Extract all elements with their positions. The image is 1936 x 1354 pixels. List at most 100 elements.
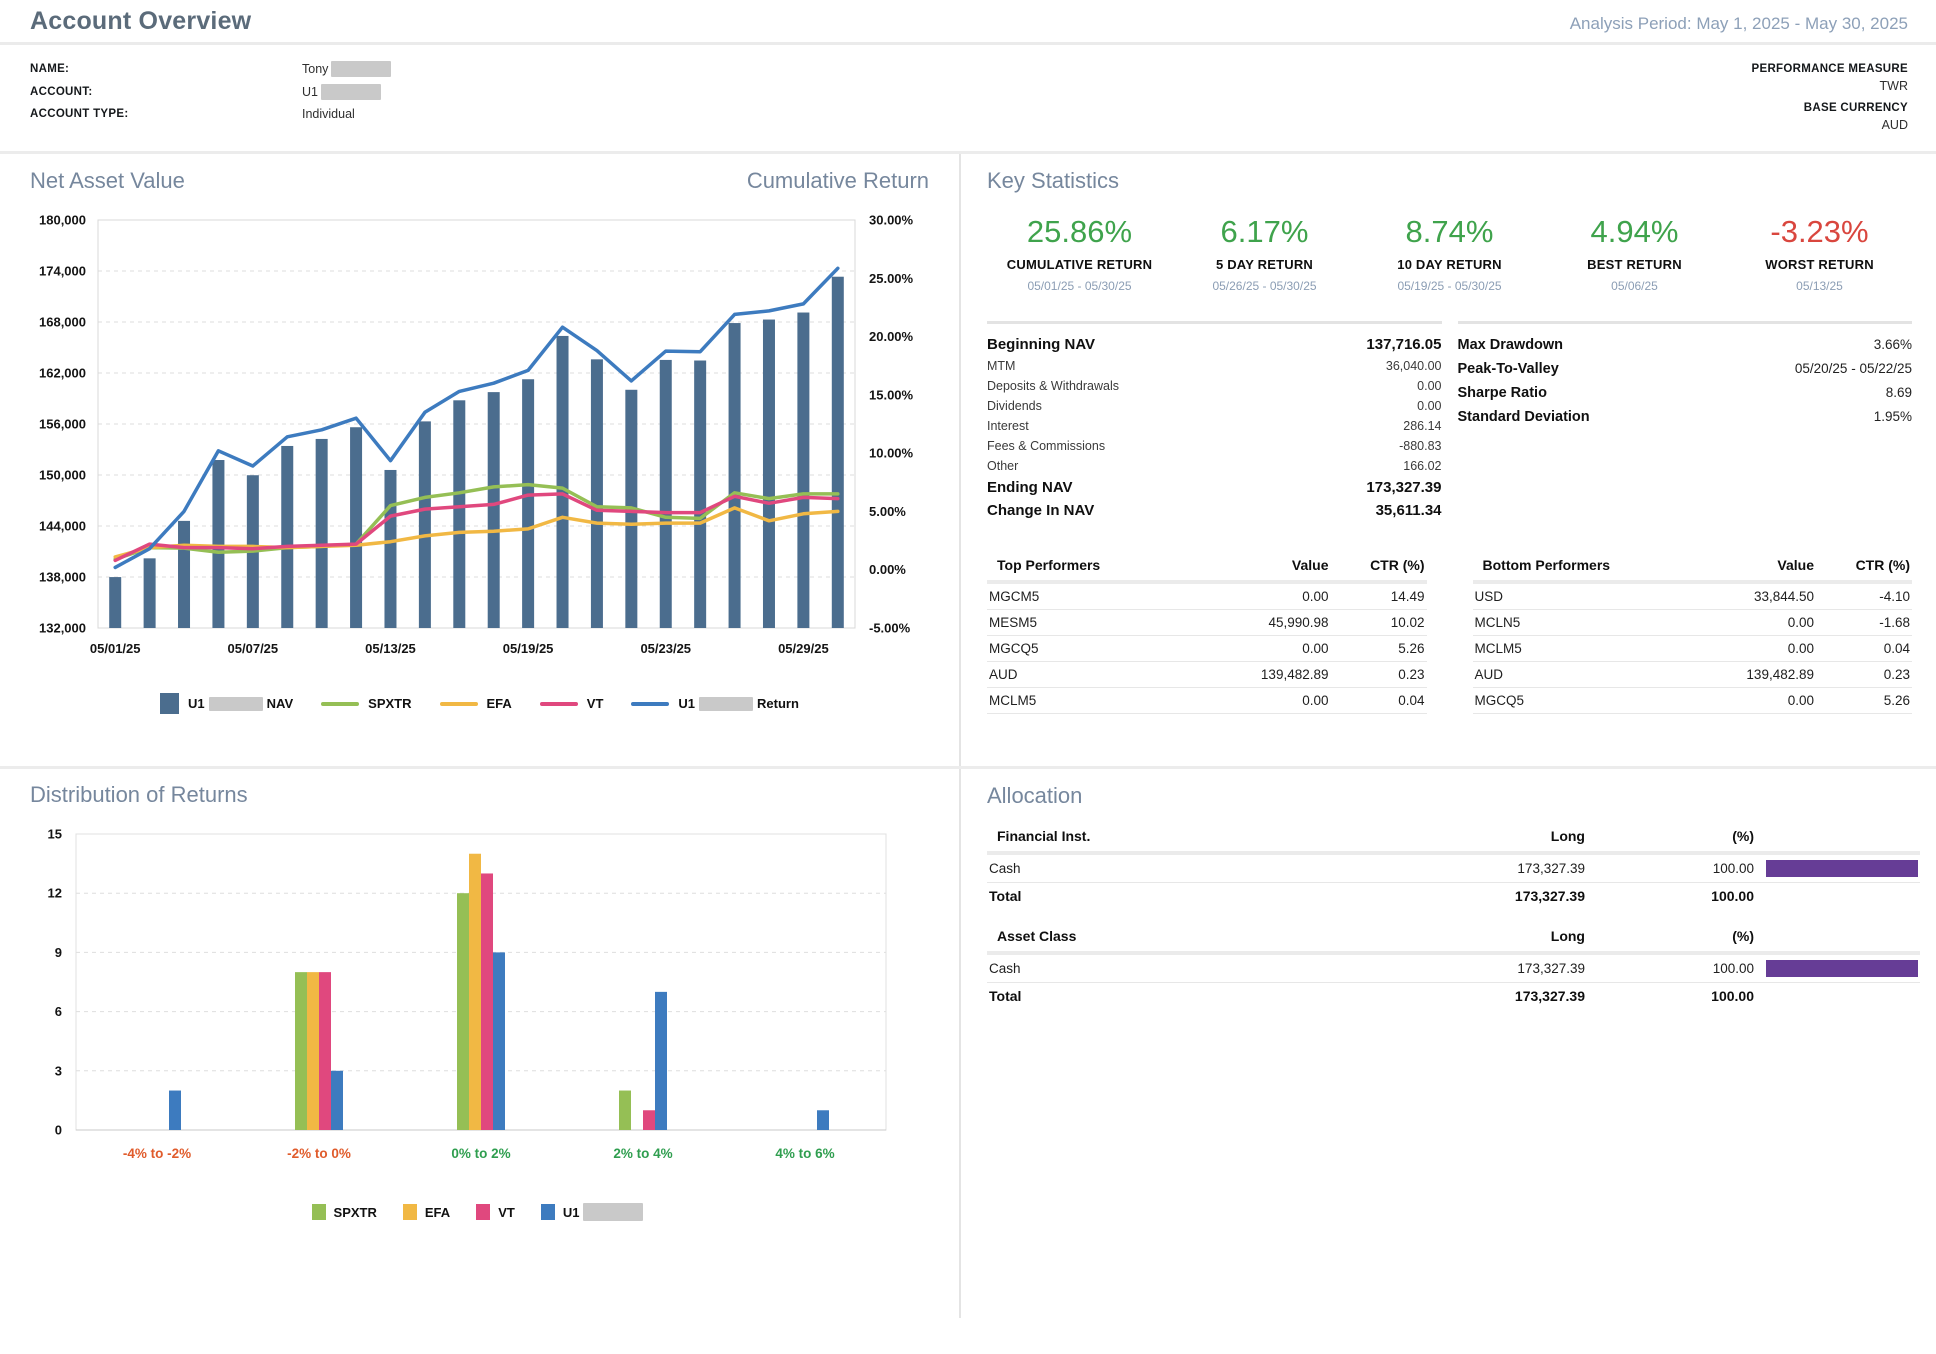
allocation-bar [1766, 960, 1918, 977]
svg-text:10.00%: 10.00% [869, 446, 914, 461]
svg-text:05/07/25: 05/07/25 [228, 641, 279, 656]
svg-text:05/01/25: 05/01/25 [90, 641, 141, 656]
top-performers-table: Top Performers Value CTR (%) MGCM5 0.00 14… [987, 552, 1427, 714]
svg-text:138,000: 138,000 [39, 570, 86, 585]
table-row: MGCQ5 0.00 5.26 [1472, 687, 1912, 714]
breakdown-row: Interest 286.14 [987, 419, 1442, 433]
bottom-performers-table: Bottom Performers Value CTR (%) USD 33,84… [1472, 552, 1912, 714]
key-statistics-panel: Key Statistics 25.86% CUMULATIVE RETURN … [961, 154, 1936, 766]
breakdown-row: Ending NAV 173,327.39 [987, 479, 1442, 496]
account-redaction [320, 84, 381, 100]
cumulative-return-title: Cumulative Return [746, 168, 929, 193]
financial-inst-table: Financial Inst. Long (%) Cash 173,327.39… [987, 823, 1920, 909]
svg-text:25.00%: 25.00% [869, 271, 914, 286]
legend-item-nav[interactable]: U1 NAV [160, 693, 293, 714]
account-redaction [699, 696, 754, 711]
value-column-header: Value [1662, 552, 1816, 584]
stat-worst-return: -3.23% WORST RETURN 05/13/25 [1727, 214, 1912, 293]
table-row: MCLN5 0.00 -1.68 [1472, 609, 1912, 636]
risk-row: Max Drawdown 3.66% [1457, 337, 1913, 353]
legend-item-vt[interactable]: VT [539, 696, 603, 711]
legend-item-spxtr[interactable]: SPXTR [311, 1204, 377, 1220]
nav-cumulative-return-chart: 180,000 174,000 168,000 162,000 156,000 150,0… [39, 213, 914, 657]
stat-value: 6.17% [1220, 214, 1309, 249]
allocation-title: Allocation [987, 783, 1083, 808]
svg-text:-4% to -2%: -4% to -2% [123, 1146, 191, 1161]
svg-text:132,000: 132,000 [39, 621, 86, 636]
top-performers-header: Top Performers [987, 552, 1177, 584]
legend-item-account[interactable]: U1 [540, 1203, 648, 1221]
long-column-header: Long [1328, 923, 1587, 955]
allocation-panel: Allocation Financial Inst. Long (%) Cash… [961, 769, 1936, 1318]
account-redaction [583, 1203, 644, 1221]
efa-swatch [402, 1204, 417, 1220]
risk-row: Peak-To-Valley 05/20/25 - 05/22/25 [1457, 361, 1913, 377]
asset-class-table: Asset Class Long (%) Cash 173,327.39 100… [987, 923, 1920, 1009]
bar-column-header [1756, 823, 1920, 855]
svg-text:30.00%: 30.00% [869, 213, 914, 228]
ctr-column-header: CTR (%) [1816, 552, 1912, 584]
distribution-of-returns-chart: 0 3 6 9 12 15 -4% to -2% -2% to 0% 0% to 2% 2% to… [48, 827, 887, 1161]
svg-text:150,000: 150,000 [39, 468, 86, 483]
table-row: AUD 139,482.89 0.23 [1472, 661, 1912, 688]
vt-swatch [476, 1204, 491, 1220]
svg-text:9: 9 [55, 945, 62, 960]
svg-text:0% to 2%: 0% to 2% [451, 1146, 510, 1161]
nav-chart-panel: Net Asset Value Cumulative Return 180,00… [0, 154, 959, 766]
svg-text:05/13/25: 05/13/25 [365, 641, 416, 656]
value-column-header: Value [1176, 552, 1331, 584]
svg-text:168,000: 168,000 [39, 315, 86, 330]
nav-breakdown-section: Beginning NAV 137,716.05 MTM 36,040.00 Dep… [987, 321, 1912, 522]
key-statistics-row: 25.86% CUMULATIVE RETURN 05/01/25 - 05/3… [987, 214, 1912, 293]
legend-item-return[interactable]: U1 Return [631, 696, 799, 711]
svg-text:6: 6 [55, 1004, 62, 1019]
stat-period: 05/26/25 - 05/30/25 [1212, 279, 1317, 293]
legend-item-efa[interactable]: EFA [439, 696, 512, 711]
ctr-column-header: CTR (%) [1330, 552, 1427, 584]
legend-item-spxtr[interactable]: SPXTR [321, 696, 412, 711]
page-title: Account Overview [30, 7, 252, 35]
legend-item-vt[interactable]: VT [476, 1204, 515, 1220]
svg-text:180,000: 180,000 [39, 213, 86, 228]
name-label: NAME: [30, 63, 70, 75]
stat-period: 05/19/25 - 05/30/25 [1397, 279, 1502, 293]
risk-row: Sharpe Ratio 8.69 [1457, 385, 1913, 401]
stat-value: 8.74% [1405, 214, 1494, 249]
pct-column-header: (%) [1587, 923, 1756, 955]
table-row: MCLM5 0.00 0.04 [987, 687, 1427, 714]
nav-chart-titles: Net Asset Value Cumulative Return [0, 168, 959, 194]
risk-stats: Max Drawdown 3.66% Peak-To-Valley 05/20/25… [1457, 321, 1913, 522]
stat-value: 4.94% [1590, 214, 1679, 249]
svg-text:05/19/25: 05/19/25 [503, 641, 554, 656]
svg-text:4% to 6%: 4% to 6% [775, 1146, 834, 1161]
base-currency-value: AUD [1881, 118, 1908, 132]
main-content: Net Asset Value Cumulative Return 180,00… [0, 154, 1936, 1318]
stat-cumulative-return: 25.86% CUMULATIVE RETURN 05/01/25 - 05/3… [987, 214, 1172, 293]
nav-chart-legend: U1 NAV SPXTR EFA VT U1 Return [0, 693, 959, 714]
name-redaction [331, 61, 392, 77]
allocation-bar [1766, 860, 1918, 877]
account-type-label: ACCOUNT TYPE: [30, 108, 129, 120]
svg-text:-5.00%: -5.00% [869, 621, 911, 636]
breakdown-row: Dividends 0.00 [987, 399, 1442, 413]
stat-label: 5 DAY RETURN [1215, 257, 1314, 272]
account-redaction [208, 696, 263, 711]
legend-item-efa[interactable]: EFA [402, 1204, 450, 1220]
svg-text:156,000: 156,000 [39, 417, 86, 432]
breakdown-row: Deposits & Withdrawals 0.00 [987, 379, 1442, 393]
svg-text:20.00%: 20.00% [869, 329, 914, 344]
svg-text:2% to 4%: 2% to 4% [613, 1146, 672, 1161]
svg-text:5.00%: 5.00% [869, 504, 906, 519]
account-overview-page: Account Overview Analysis Period: May 1,… [0, 0, 1936, 1318]
pct-column-header: (%) [1587, 823, 1756, 855]
table-row: MGCQ5 0.00 5.26 [987, 635, 1427, 662]
table-row: MESM5 45,990.98 10.02 [987, 609, 1427, 636]
breakdown-row: MTM 36,040.00 [987, 359, 1442, 373]
stat-best-return: 4.94% BEST RETURN 05/06/25 [1542, 214, 1727, 293]
table-header-row: Financial Inst. Long (%) [987, 823, 1920, 855]
long-column-header: Long [1328, 823, 1587, 855]
key-statistics-title: Key Statistics [987, 168, 1120, 193]
risk-row: Standard Deviation 1.95% [1457, 409, 1913, 425]
svg-text:-2% to 0%: -2% to 0% [287, 1146, 351, 1161]
account-type-value: Individual [302, 107, 355, 121]
